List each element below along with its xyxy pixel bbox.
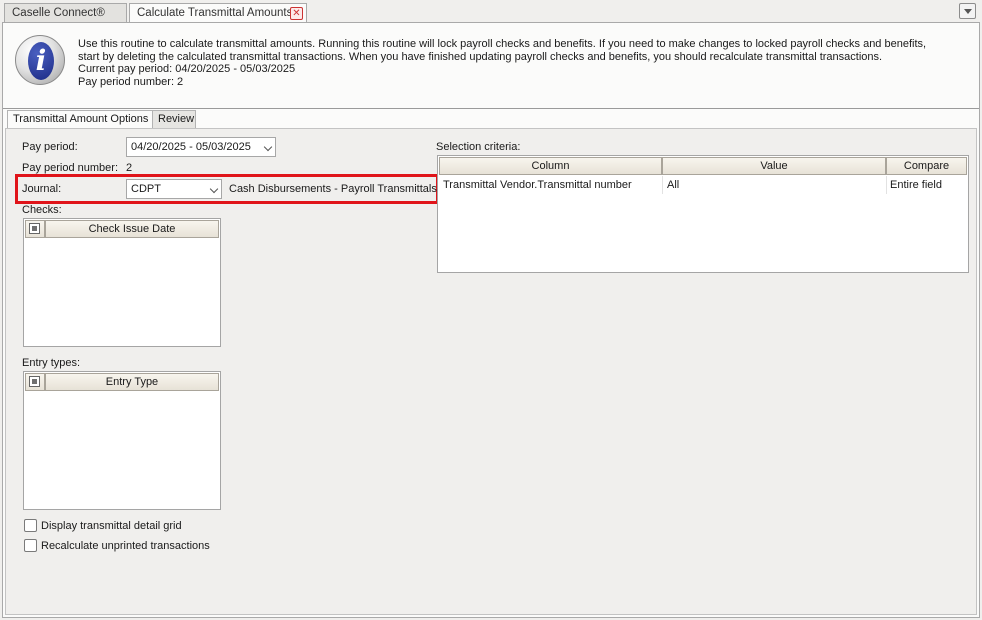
display-detail-grid-checkbox[interactable] bbox=[24, 519, 37, 532]
pay-period-number-value: 2 bbox=[126, 162, 133, 174]
info-icon: i bbox=[15, 35, 65, 85]
tab-review[interactable]: Review bbox=[152, 110, 196, 128]
checks-header-issue-date[interactable]: Check Issue Date bbox=[45, 220, 219, 238]
tab-review-label: Review bbox=[158, 113, 195, 125]
selection-header-compare[interactable]: Compare bbox=[886, 157, 967, 175]
recalculate-unprinted-label: Recalculate unprinted transactions bbox=[41, 540, 210, 552]
selection-criteria-label: Selection criteria: bbox=[436, 141, 521, 153]
chevron-down-icon bbox=[263, 142, 273, 152]
selection-criteria-grid[interactable]: Column Value Compare Transmittal Vendor.… bbox=[437, 155, 969, 273]
table-row[interactable]: Transmittal Vendor.Transmittal number Al… bbox=[439, 176, 967, 194]
journal-description: Cash Disbursements - Payroll Transmittal… bbox=[229, 183, 437, 195]
checks-grid[interactable]: Check Issue Date bbox=[23, 218, 221, 347]
entry-types-select-all[interactable] bbox=[25, 373, 45, 391]
close-tab-icon[interactable]: ✕ bbox=[290, 7, 303, 20]
pay-period-label: Pay period: bbox=[22, 141, 78, 153]
window-menu-dropdown-icon[interactable] bbox=[959, 3, 976, 19]
info-current-pay-period: Current pay period: 04/20/2025 - 05/03/2… bbox=[78, 63, 296, 75]
header-divider bbox=[3, 108, 979, 109]
journal-dropdown[interactable]: CDPT bbox=[126, 179, 222, 199]
select-all-checkbox-icon[interactable] bbox=[29, 376, 40, 387]
document-tab-strip: Caselle Connect® Calculate Transmittal A… bbox=[0, 0, 982, 24]
recalculate-unprinted-checkbox[interactable] bbox=[24, 539, 37, 552]
entry-types-label: Entry types: bbox=[22, 357, 81, 369]
tab-calculate-label: Calculate Transmittal Amounts bbox=[137, 7, 293, 19]
journal-label: Journal: bbox=[22, 183, 62, 195]
journal-value: CDPT bbox=[131, 183, 161, 195]
selection-header-column[interactable]: Column bbox=[439, 157, 662, 175]
tab-transmittal-amount-options[interactable]: Transmittal Amount Options bbox=[7, 110, 154, 129]
tab-options-label: Transmittal Amount Options bbox=[13, 113, 149, 125]
info-pay-period-number: Pay period number: 2 bbox=[78, 75, 184, 88]
info-message: Use this routine to calculate transmitta… bbox=[78, 38, 958, 88]
checks-label: Checks: bbox=[22, 204, 62, 216]
checks-select-all[interactable] bbox=[25, 220, 45, 238]
chevron-down-icon bbox=[209, 184, 219, 194]
pay-period-dropdown[interactable]: 04/20/2025 - 05/03/2025 bbox=[126, 137, 276, 157]
column-divider bbox=[662, 176, 663, 194]
routine-window: i Use this routine to calculate transmit… bbox=[2, 22, 980, 618]
row-compare-cell: Entire field bbox=[890, 179, 942, 191]
pay-period-value: 04/20/2025 - 05/03/2025 bbox=[131, 141, 251, 153]
select-all-checkbox-icon[interactable] bbox=[29, 223, 40, 234]
row-column-cell: Transmittal Vendor.Transmittal number bbox=[443, 179, 632, 191]
options-panel: Pay period: 04/20/2025 - 05/03/2025 Pay … bbox=[5, 128, 977, 615]
pay-period-number-label: Pay period number: bbox=[22, 162, 118, 174]
tab-caselle-connect-label: Caselle Connect® bbox=[12, 7, 105, 19]
column-divider bbox=[886, 176, 887, 194]
info-line-2: start by deleting the calculated transmi… bbox=[78, 50, 883, 63]
entry-types-grid[interactable]: Entry Type bbox=[23, 371, 221, 510]
info-line-1: Use this routine to calculate transmitta… bbox=[78, 38, 927, 50]
tab-calculate-transmittal-amounts[interactable]: Calculate Transmittal Amounts ✕ bbox=[129, 3, 307, 24]
tab-caselle-connect[interactable]: Caselle Connect® bbox=[4, 3, 127, 23]
display-detail-grid-label: Display transmittal detail grid bbox=[41, 520, 182, 532]
selection-header-value[interactable]: Value bbox=[662, 157, 886, 175]
entry-types-header[interactable]: Entry Type bbox=[45, 373, 219, 391]
row-value-cell: All bbox=[667, 179, 680, 191]
